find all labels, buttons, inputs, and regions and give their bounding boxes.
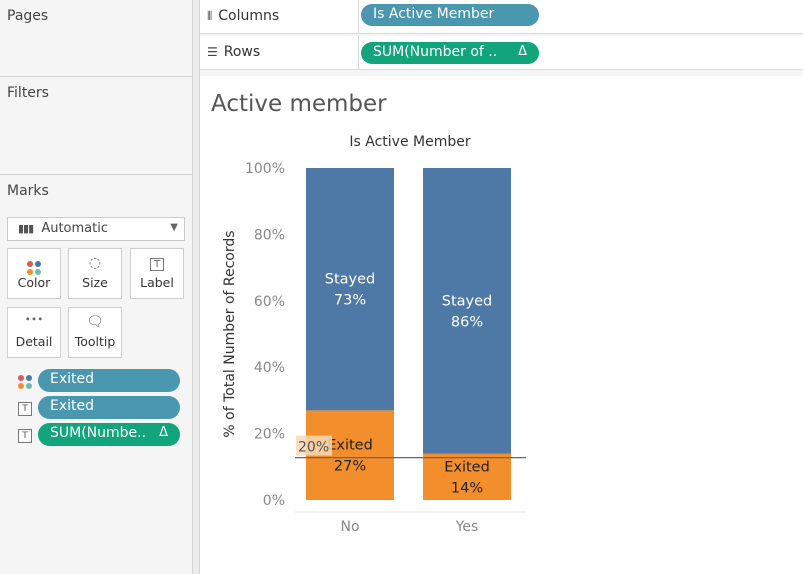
delta-icon-2: Δ — [518, 44, 527, 59]
tooltip-button[interactable]: 🗨 Tooltip — [68, 307, 122, 358]
mark-type-dropdown[interactable]: ▮▮▮ Automatic ▼ — [7, 217, 185, 241]
y-tick-label: 80% — [254, 227, 285, 243]
y-tick-label: 100% — [245, 161, 285, 177]
shelf-divider-2 — [358, 36, 359, 70]
rows-shelf[interactable]: ☰ Rows SUM(Number of .. Δ — [200, 36, 803, 70]
columns-shelf[interactable]: ⦀ Columns Is Active Member — [200, 0, 803, 34]
sum-records-row-pill-label: SUM(Number of .. — [373, 44, 498, 60]
bar-stayed-yes[interactable] — [423, 168, 511, 454]
chevron-down-icon: ▼ — [170, 222, 178, 233]
detail-icon: ∙∙∙ — [24, 314, 44, 325]
exited-color-pill[interactable]: Exited — [38, 369, 180, 392]
columns-icon: ⦀ — [207, 9, 213, 23]
bar-label-stayed-no: 73% — [334, 293, 366, 309]
worksheet-canvas[interactable]: Active member Is Active Member% of Total… — [200, 76, 803, 574]
exited-color-pill-label: Exited — [50, 371, 95, 387]
label-icon: T — [131, 249, 183, 275]
shelf-divider — [358, 0, 359, 34]
label-field-icon-2: T — [18, 429, 32, 443]
label-button-label: Label — [140, 275, 174, 290]
size-icon: ◌ — [88, 255, 102, 271]
color-button[interactable]: Color — [7, 248, 61, 299]
y-tick-label: 40% — [254, 360, 285, 376]
size-button[interactable]: ◌ Size — [68, 248, 122, 299]
bar-label-stayed-yes: Stayed — [442, 293, 492, 309]
bar-chart-icon: ▮▮▮ — [18, 222, 34, 235]
x-tick-label-yes: Yes — [455, 519, 479, 535]
color-field-icon — [18, 375, 32, 389]
is-active-member-pill[interactable]: Is Active Member — [361, 4, 539, 26]
bar-stayed-no[interactable] — [306, 168, 394, 411]
panel-divider[interactable] — [192, 0, 200, 574]
marks-title: Marks — [7, 183, 49, 199]
bar-label-stayed-yes: 86% — [451, 314, 483, 330]
x-tick-label-no: No — [340, 519, 359, 535]
mark-type-value: Automatic — [41, 221, 108, 236]
reference-line-label: 20% — [298, 440, 329, 456]
tooltip-icon: 🗨 — [86, 314, 104, 330]
label-button[interactable]: T Label — [130, 248, 184, 299]
y-tick-label: 0% — [263, 493, 285, 509]
columns-shelf-label: ⦀ Columns — [207, 8, 279, 24]
sum-records-label-pill-label: SUM(Numbe.. — [50, 425, 147, 441]
tooltip-button-label: Tooltip — [74, 334, 116, 349]
y-tick-label: 60% — [254, 294, 285, 310]
bar-label-exited-yes: 14% — [451, 480, 483, 496]
is-active-member-pill-label: Is Active Member — [373, 6, 495, 22]
exited-label-pill[interactable]: Exited — [38, 396, 180, 419]
color-icon — [8, 249, 60, 275]
size-button-label: Size — [82, 275, 108, 290]
filters-title: Filters — [7, 85, 49, 101]
filters-card[interactable]: Filters — [0, 76, 193, 166]
exited-label-pill-label: Exited — [50, 398, 95, 414]
rows-label-text: Rows — [223, 44, 261, 60]
stacked-bar-chart[interactable]: Is Active Member % of Total Number of Rec… — [200, 76, 803, 574]
delta-icon: Δ — [159, 425, 168, 440]
detail-button-label: Detail — [15, 334, 53, 349]
bar-label-exited-yes: Exited — [444, 459, 490, 475]
rows-shelf-label: ☰ Rows — [207, 44, 260, 60]
detail-button[interactable]: ∙∙∙ Detail — [7, 307, 61, 358]
pages-card: Pages — [0, 0, 193, 68]
bar-label-stayed-no: Stayed — [325, 272, 375, 288]
columns-label-text: Columns — [218, 8, 280, 24]
column-header-title: Is Active Member — [349, 134, 470, 150]
bar-label-exited-no: Exited — [327, 438, 373, 454]
marks-card: Marks ▮▮▮ Automatic ▼ Color ◌ Size T Lab… — [0, 174, 193, 574]
pages-title: Pages — [7, 8, 49, 24]
sum-records-row-pill[interactable]: SUM(Number of .. Δ — [361, 42, 539, 64]
y-tick-label: 20% — [254, 427, 285, 443]
y-axis-label: % of Total Number of Records — [222, 230, 238, 437]
color-button-label: Color — [17, 275, 51, 290]
rows-icon: ☰ — [207, 45, 218, 59]
sum-records-label-pill[interactable]: SUM(Numbe.. Δ — [38, 423, 180, 446]
label-field-icon: T — [18, 402, 32, 416]
bar-label-exited-no: 27% — [334, 459, 366, 475]
